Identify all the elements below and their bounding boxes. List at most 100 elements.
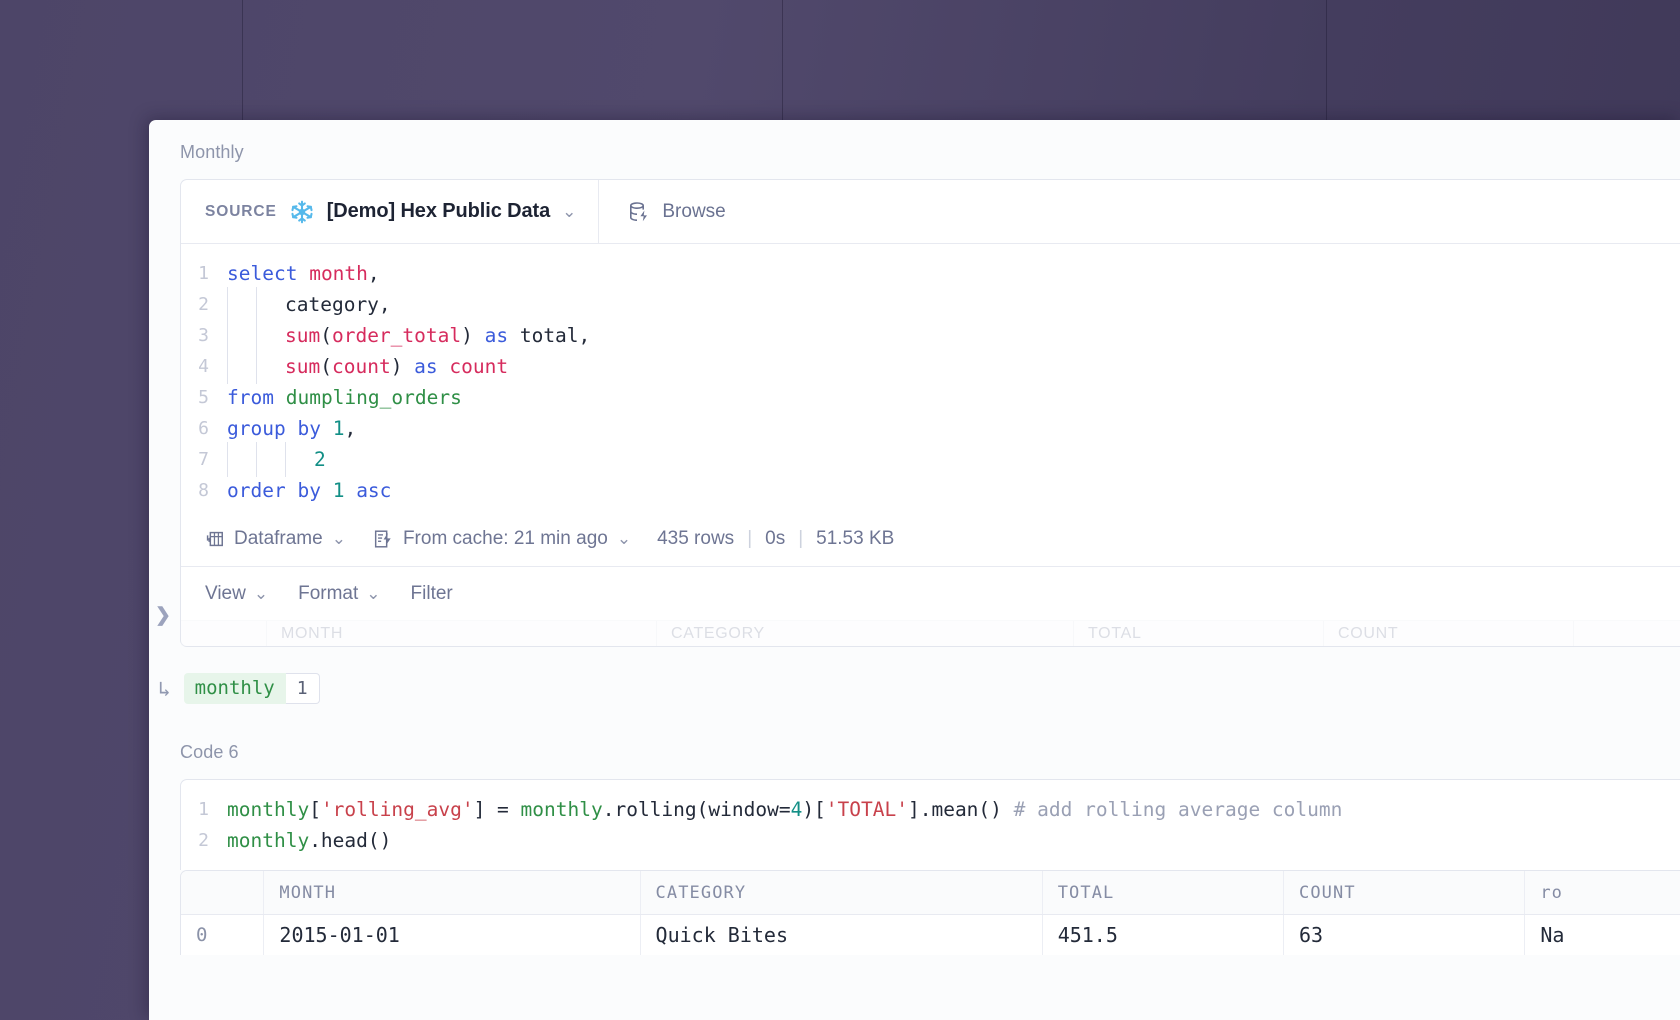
chevron-right-icon[interactable]: ❯ [152,600,174,630]
table-row[interactable]: 0 2015-01-01 Quick Bites 451.5 63 Na [181,915,1680,955]
database-lightning-icon [630,201,648,221]
code-text: sum(count) as count [285,355,509,378]
format-label: Format [298,582,359,604]
code-line: 4 sum(count) as count [181,349,1680,384]
row-count: 435 rows [657,528,735,549]
line-number: 1 [198,799,209,820]
filter-label: Filter [410,582,453,604]
table-cell: 451.5 [1043,915,1285,955]
notebook-sheet: Monthly SOURCE [Demo] Hex Public Data ⌄ … [149,120,1680,1020]
code-text: order by 1 asc [227,479,392,502]
output-reference-count: 1 [285,673,320,704]
indent-guide [227,442,256,477]
sql-cell-label: Monthly [180,142,244,162]
code-line: 8 order by 1 asc [181,475,1680,506]
chevron-down-icon[interactable]: ⌄ [617,529,631,549]
indent-guide [256,442,285,477]
ghost-header-cell: TOTAL [1074,621,1324,646]
column-header[interactable]: TOTAL [1043,871,1285,914]
sql-output-row: ↳ monthly 1 [149,651,1680,704]
line-number: 4 [198,356,209,377]
column-header-label: ro [1540,882,1564,903]
chevron-down-icon[interactable]: ⌄ [366,584,380,604]
line-number: 8 [198,480,209,501]
code-line: 72 [181,442,1680,477]
ghost-header-cell: COUNT [1324,621,1574,646]
column-header[interactable]: ro [1525,871,1680,914]
line-number: 2 [198,294,209,315]
cell-value: 2015-01-01 [279,923,400,947]
sql-status-bar: Dataframe ⌄ From cache: 21 min ago ⌄ 435… [181,516,1680,566]
column-header[interactable] [181,871,265,914]
code-text: from dumpling_orders [227,386,462,409]
line-number: 1 [198,263,209,284]
chevron-down-icon[interactable]: ⌄ [332,529,346,549]
chevron-down-icon[interactable]: ⌄ [254,584,268,604]
code-text: monthly.head() [227,829,392,852]
status-separator: | [798,528,804,549]
format-menu[interactable]: Format ⌄ [298,583,380,605]
table-cell: Na [1525,915,1680,955]
python-cell-label: Code 6 [180,742,239,762]
result-type-label: Dataframe [234,528,323,549]
indent-guide [227,287,256,322]
source-selector[interactable]: SOURCE [Demo] Hex Public Data ⌄ [181,180,600,243]
column-header[interactable]: CATEGORY [641,871,1043,914]
output-arrow-icon: ↳ [158,676,171,701]
duration: 0s [765,528,786,549]
code-text: category, [285,293,391,316]
code-text: select month, [227,262,380,285]
sql-editor[interactable]: 1 select month, 2 category, 3 sum(order_total… [181,244,1680,516]
python-cell-card: 1 monthly['rolling_avg'] = monthly.rollin… [180,779,1680,870]
code-line: 6 group by 1, [181,413,1680,444]
source-label: SOURCE [205,202,277,220]
row-index-cell: 0 [181,915,265,955]
ghost-header-cell: MONTH [267,621,657,646]
cell-value: 63 [1299,923,1324,947]
result-table-body: 0 2015-01-01 Quick Bites 451.5 63 Na [181,915,1680,955]
code-text: group by 1, [227,417,357,440]
status-separator: | [747,528,753,549]
view-menu[interactable]: View ⌄ [205,583,268,605]
python-result-table: MONTH CATEGORY TOTAL COUNT ro 0 2015-01-01 Qui… [180,870,1680,955]
column-header-label: TOTAL [1057,882,1115,903]
column-header-label: COUNT [1299,882,1356,903]
sql-cell-card: SOURCE [Demo] Hex Public Data ⌄ Browse 1… [180,179,1680,647]
cache-status[interactable]: From cache: 21 min ago ⌄ [372,528,631,550]
snowflake-icon [291,200,313,223]
filter-button[interactable]: Filter [411,583,453,605]
cell-value: 451.5 [1057,923,1118,947]
output-variable-chip[interactable]: monthly 1 [183,673,320,704]
code-text: sum(order_total) as total, [285,324,591,347]
result-table-header: MONTH CATEGORY TOTAL COUNT ro [181,871,1680,915]
code-line: 1 select month, [181,258,1680,289]
table-cell: 63 [1284,915,1526,955]
indent-guide [227,349,256,384]
column-header-label: CATEGORY [655,882,747,903]
clipped-result-header: MONTH CATEGORY TOTAL COUNT [181,620,1680,646]
cache-lightning-icon [374,530,391,548]
result-table-toolbar: View ⌄ Format ⌄ Filter [181,566,1680,620]
ghost-header-cell: CATEGORY [657,621,1074,646]
chevron-down-icon[interactable]: ⌄ [562,202,576,222]
browse-button[interactable]: Browse [599,180,747,243]
dataframe-icon [206,531,223,547]
code-line: 5 from dumpling_orders [181,382,1680,413]
ghost-header-cell [181,621,267,646]
code-text: monthly['rolling_avg'] = monthly.rolling… [227,798,1343,821]
column-header[interactable]: COUNT [1284,871,1526,914]
code-line: 2 monthly.head() [181,825,1680,856]
python-editor[interactable]: 1 monthly['rolling_avg'] = monthly.rollin… [181,780,1680,870]
indent-guide [256,287,285,322]
column-header-label: MONTH [279,882,337,903]
source-connection-name: [Demo] Hex Public Data [326,200,551,222]
indent-guide [285,442,314,477]
code-line: 1 monthly['rolling_avg'] = monthly.rollin… [181,794,1680,825]
cell-value: Quick Bites [655,923,788,947]
code-line: 3 sum(order_total) as total, [181,318,1680,353]
indent-guide [227,318,256,353]
cell-value: Na [1540,923,1565,947]
result-type-selector[interactable]: Dataframe ⌄ [203,528,346,550]
column-header[interactable]: MONTH [264,871,641,914]
indent-guide [256,349,285,384]
